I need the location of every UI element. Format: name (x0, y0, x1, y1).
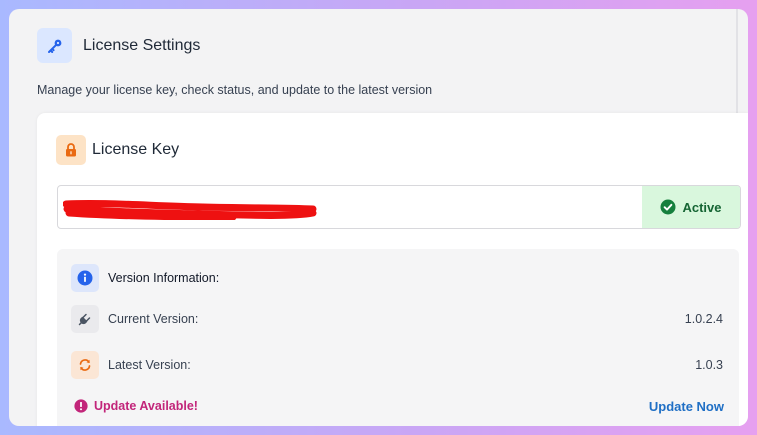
settings-window: License Settings Manage your license key… (9, 9, 748, 426)
current-version-row: Current Version: 1.0.2.4 (71, 305, 723, 333)
alert-circle-icon (74, 399, 88, 413)
status-label: Active (682, 199, 722, 215)
page-header: License Settings (37, 28, 200, 63)
current-version-value: 1.0.2.4 (684, 312, 723, 326)
update-now-button[interactable]: Update Now (649, 399, 724, 414)
key-icon (37, 28, 72, 63)
page-title: License Settings (83, 36, 201, 54)
license-card-header: License Key (56, 135, 179, 165)
version-info-title: Version Information: (108, 271, 220, 285)
current-version-label: Current Version: (108, 312, 199, 326)
license-key-title: License Key (92, 141, 180, 158)
latest-version-row: Latest Version: 1.0.3 (71, 351, 723, 379)
latest-version-value: 1.0.3 (695, 358, 723, 372)
refresh-icon (71, 351, 99, 379)
license-key-row: Active (57, 185, 741, 229)
version-info-panel: Version Information: Current Version: 1.… (57, 249, 739, 426)
latest-version-label: Latest Version: (108, 358, 191, 372)
lock-icon (56, 135, 86, 165)
version-info-header: Version Information: (71, 264, 219, 292)
info-icon (71, 264, 99, 292)
check-circle-icon (660, 199, 676, 215)
page-subtitle: Manage your license key, check status, a… (37, 83, 433, 97)
license-status-badge: Active (642, 186, 740, 228)
update-notice-row: Update Available! Update Now (74, 396, 724, 416)
update-available-text: Update Available! (94, 399, 198, 413)
license-card: License Key Active Version Information: … (37, 113, 748, 426)
plug-icon (71, 305, 99, 333)
redaction-mark (63, 199, 317, 220)
